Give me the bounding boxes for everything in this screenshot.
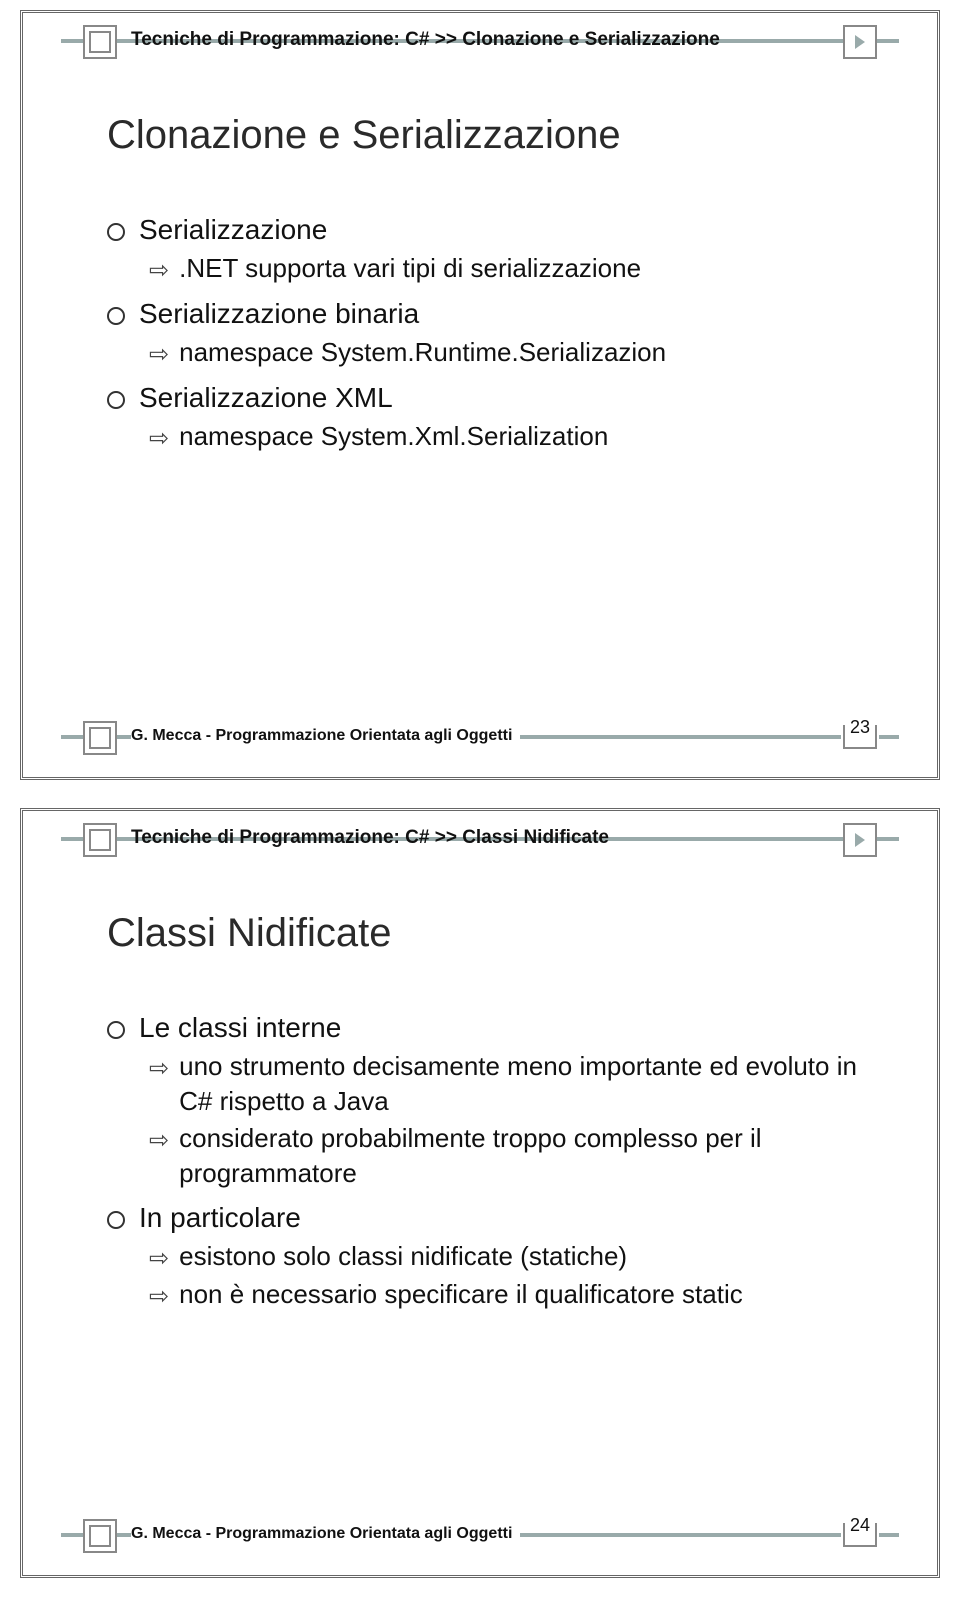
bullet-text: namespace System.Xml.Serialization [179,419,608,454]
slide-title: Classi Nidificate [107,911,392,956]
footer-ornament-left [83,721,117,755]
footer-ornament-right [843,1523,877,1547]
bullet-level1: Serializzazione binaria [107,295,867,333]
circle-bullet-icon [107,307,125,325]
slide-23: Tecniche di Programmazione: C# >> Clonaz… [20,10,940,780]
circle-bullet-icon [107,223,125,241]
breadcrumb: Tecniche di Programmazione: C# >> Clonaz… [131,29,829,51]
bullet-text: uno strumento decisamente meno important… [179,1049,867,1119]
next-slide-icon[interactable] [843,25,877,59]
arrow-right-icon: ⇨ [149,1243,169,1275]
bullet-text: considerato probabilmente troppo comples… [179,1121,867,1191]
slide-footer: G. Mecca - Programmazione Orientata agli… [23,723,937,751]
circle-bullet-icon [107,1021,125,1039]
circle-bullet-icon [107,1211,125,1229]
bullet-level2: ⇨ non è necessario specificare il qualif… [149,1277,867,1313]
breadcrumb: Tecniche di Programmazione: C# >> Classi… [131,827,829,849]
slide-body: Serializzazione ⇨ .NET supporta vari tip… [107,203,867,456]
arrow-right-icon: ⇨ [149,1281,169,1313]
bullet-text: esistono solo classi nidificate (statich… [179,1239,627,1274]
bullet-text: Le classi interne [139,1009,341,1047]
bullet-level2: ⇨ esistono solo classi nidificate (stati… [149,1239,867,1275]
arrow-right-icon: ⇨ [149,1053,169,1085]
header-ornament-left [83,823,117,857]
footer-ornament-right [843,725,877,749]
bullet-text: namespace System.Runtime.Serializazion [179,335,666,370]
slide-24: Tecniche di Programmazione: C# >> Classi… [20,808,940,1578]
arrow-right-icon: ⇨ [149,339,169,371]
bullet-level1: Serializzazione XML [107,379,867,417]
slide-header: Tecniche di Programmazione: C# >> Clonaz… [23,39,937,71]
circle-bullet-icon [107,391,125,409]
bullet-text: .NET supporta vari tipi di serializzazio… [179,251,641,286]
slide-title: Clonazione e Serializzazione [107,113,621,158]
bullet-text: In particolare [139,1199,301,1237]
bullet-level2: ⇨ .NET supporta vari tipi di serializzaz… [149,251,867,287]
slide-header: Tecniche di Programmazione: C# >> Classi… [23,837,937,869]
bullet-text: non è necessario specificare il qualific… [179,1277,743,1312]
bullet-level2: ⇨ namespace System.Runtime.Serializazion [149,335,867,371]
header-ornament-left [83,25,117,59]
bullet-text: Serializzazione binaria [139,295,419,333]
footer-ornament-left [83,1519,117,1553]
arrow-right-icon: ⇨ [149,423,169,455]
bullet-text: Serializzazione [139,211,327,249]
bullet-level1: Serializzazione [107,211,867,249]
slide-body: Le classi interne ⇨ uno strumento decisa… [107,1001,867,1314]
next-slide-icon[interactable] [843,823,877,857]
footer-author: G. Mecca - Programmazione Orientata agli… [131,727,520,745]
bullet-level2: ⇨ namespace System.Xml.Serialization [149,419,867,455]
footer-author: G. Mecca - Programmazione Orientata agli… [131,1525,520,1543]
bullet-level2: ⇨ uno strumento decisamente meno importa… [149,1049,867,1119]
bullet-level1: Le classi interne [107,1009,867,1047]
arrow-right-icon: ⇨ [149,255,169,287]
slide-footer: G. Mecca - Programmazione Orientata agli… [23,1521,937,1549]
bullet-level2: ⇨ considerato probabilmente troppo compl… [149,1121,867,1191]
bullet-text: Serializzazione XML [139,379,393,417]
bullet-level1: In particolare [107,1199,867,1237]
arrow-right-icon: ⇨ [149,1125,169,1157]
